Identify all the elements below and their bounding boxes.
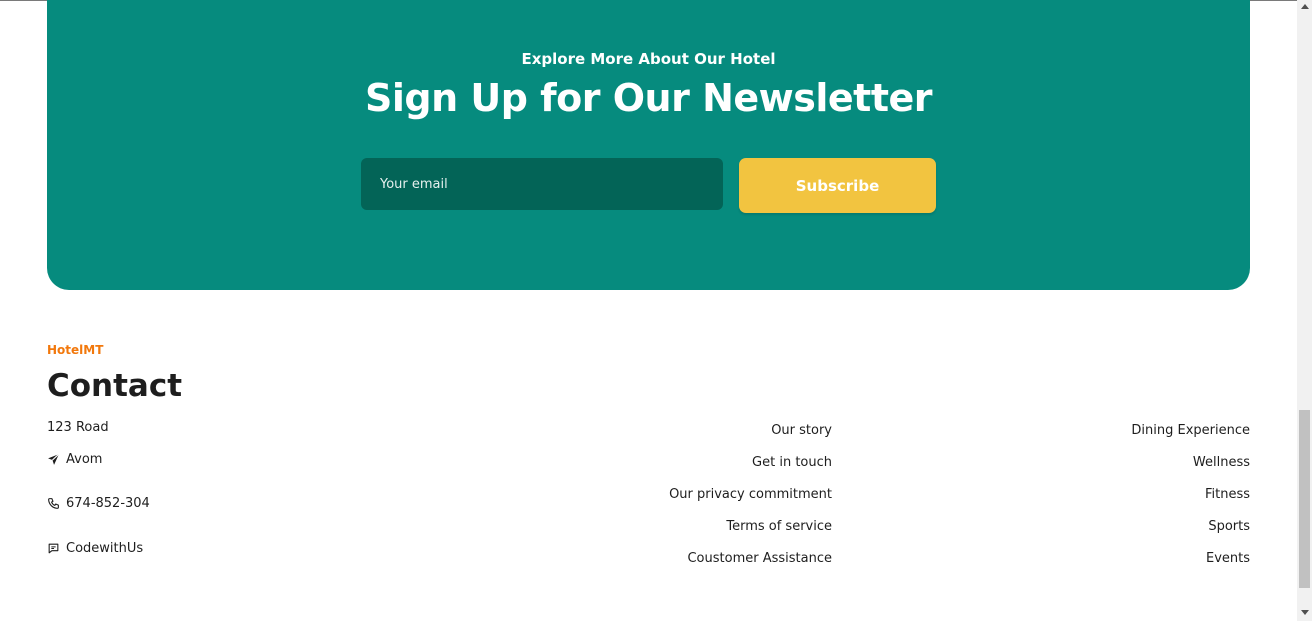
footer-link-wellness[interactable]: Wellness [1193, 455, 1250, 470]
address-line: 123 Road [47, 420, 109, 435]
footer-link-dining[interactable]: Dining Experience [1131, 423, 1250, 438]
footer-link-terms[interactable]: Terms of service [726, 519, 832, 534]
footer-link-fitness[interactable]: Fitness [1205, 487, 1250, 502]
address-text: 123 Road [47, 420, 109, 435]
phone-icon [47, 497, 60, 510]
footer-link-our-story[interactable]: Our story [771, 423, 832, 438]
message-icon [47, 542, 60, 555]
page-scrollbar[interactable] [1297, 0, 1312, 621]
footer-links-column-1: Our story Get in touch Our privacy commi… [560, 423, 832, 573]
scrollbar-thumb[interactable] [1299, 410, 1310, 588]
subscribe-button[interactable]: Subscribe [739, 158, 936, 213]
footer-link-privacy[interactable]: Our privacy commitment [669, 487, 832, 502]
city-text: Avom [66, 452, 103, 467]
email-field-wrapper[interactable] [361, 158, 723, 210]
footer-link-sports[interactable]: Sports [1208, 519, 1250, 534]
city-line: Avom [47, 452, 102, 467]
contact-title: Contact [47, 368, 183, 404]
footer-links-column-2: Dining Experience Wellness Fitness Sport… [1000, 423, 1250, 573]
scroll-down-arrow-icon[interactable] [1301, 610, 1309, 615]
newsletter-title: Sign Up for Our Newsletter [364, 76, 933, 120]
message-text: CodewithUs [66, 541, 144, 556]
footer-link-events[interactable]: Events [1206, 551, 1250, 566]
phone-line: 674-852-304 [47, 496, 150, 511]
send-icon [47, 453, 60, 466]
scroll-up-arrow-icon[interactable] [1301, 4, 1309, 9]
phone-text: 674-852-304 [66, 496, 150, 511]
newsletter-section: Explore More About Our Hotel Sign Up for… [47, 0, 1250, 290]
brand-name: HotelMT [47, 343, 104, 357]
message-line: CodewithUs [47, 541, 143, 556]
newsletter-subtitle: Explore More About Our Hotel [521, 50, 776, 68]
footer-link-get-in-touch[interactable]: Get in touch [752, 455, 832, 470]
footer-link-customer-assistance[interactable]: Coustomer Assistance [687, 551, 832, 566]
email-input[interactable] [380, 176, 704, 192]
